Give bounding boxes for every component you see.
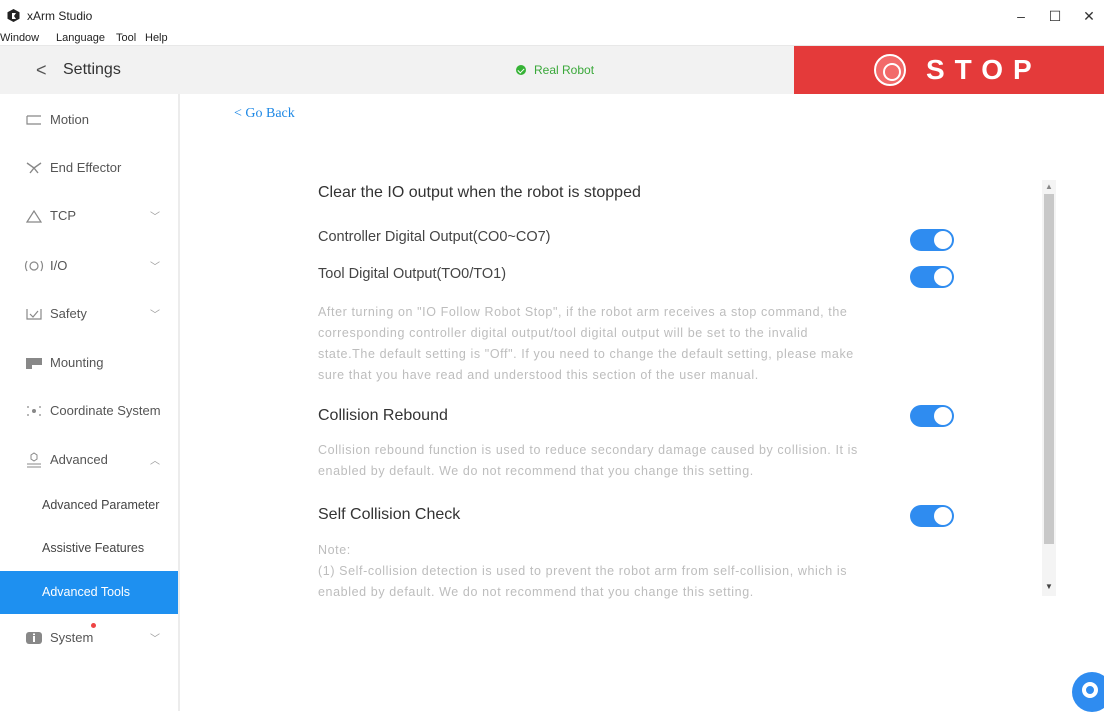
io-icon bbox=[24, 260, 44, 272]
go-back-link[interactable]: < Go Back bbox=[234, 106, 295, 122]
io-description-line: state.The default setting is "Off". If y… bbox=[318, 347, 854, 361]
chevron-down-icon: ﹀ bbox=[150, 310, 160, 321]
io-description: After turning on "IO Follow Robot Stop",… bbox=[318, 302, 958, 386]
sidebar-item-label: Coordinate System bbox=[50, 403, 161, 418]
gear-icon[interactable] bbox=[1072, 672, 1104, 712]
close-button[interactable]: ✕ bbox=[1074, 6, 1104, 26]
scrollbar-thumb[interactable] bbox=[1044, 194, 1054, 544]
sidebar-subitem-advanced-parameter[interactable]: Advanced Parameter bbox=[0, 486, 178, 526]
sidebar-item-label: TCP bbox=[50, 208, 76, 223]
sidebar-item-safety[interactable]: Safety ﹀ bbox=[0, 294, 178, 334]
robot-status: Real Robot bbox=[516, 63, 594, 77]
menu-language[interactable]: Language bbox=[56, 32, 105, 44]
io-description-line: sure that you have read and understood t… bbox=[318, 368, 759, 382]
menu-tool[interactable]: Tool bbox=[116, 32, 136, 44]
toggle-knob bbox=[934, 407, 952, 425]
gear-inner bbox=[1082, 682, 1098, 698]
title-bar: xArm Studio – ☐ ✕ bbox=[0, 0, 1104, 32]
sidebar-subitem-label: Advanced Tools bbox=[42, 585, 131, 599]
motion-icon bbox=[26, 115, 41, 125]
controller-output-toggle[interactable] bbox=[910, 229, 954, 251]
back-chevron-icon[interactable]: < bbox=[36, 60, 47, 81]
scroll-up-icon[interactable]: ▲ bbox=[1042, 182, 1056, 192]
self-collision-toggle[interactable] bbox=[910, 505, 954, 527]
sidebar-item-end-effector[interactable]: End Effector bbox=[0, 148, 178, 188]
sidebar-item-coordinate-system[interactable]: Coordinate System bbox=[0, 391, 178, 431]
sidebar-item-system[interactable]: System ﹀ bbox=[0, 618, 178, 658]
sidebar-item-advanced[interactable]: Advanced ︿ bbox=[0, 440, 178, 480]
sidebar-item-label: End Effector bbox=[50, 160, 122, 175]
sidebar-item-motion[interactable]: Motion bbox=[0, 100, 178, 140]
sidebar-item-label: System bbox=[50, 630, 94, 645]
mounting-icon bbox=[26, 358, 42, 369]
sidebar-item-mounting[interactable]: Mounting bbox=[0, 343, 178, 383]
safety-icon bbox=[26, 309, 42, 320]
sidebar-subitem-label: Assistive Features bbox=[42, 541, 145, 555]
chevron-down-icon: ﹀ bbox=[150, 634, 160, 645]
vertical-scrollbar[interactable]: ▲ ▼ bbox=[1042, 180, 1056, 596]
stop-button-label: STOP bbox=[926, 54, 1042, 85]
io-description-line: corresponding controller digital output/… bbox=[318, 326, 809, 340]
toggle-knob bbox=[934, 507, 952, 525]
robot-status-label: Real Robot bbox=[534, 63, 595, 77]
io-description-line: After turning on "IO Follow Robot Stop",… bbox=[318, 305, 848, 319]
page-title: Settings bbox=[63, 61, 121, 78]
collision-rebound-label: Collision Rebound bbox=[318, 407, 448, 424]
self-collision-note: Note: (1) Self-collision detection is us… bbox=[318, 540, 958, 603]
collision-rebound-toggle[interactable] bbox=[910, 405, 954, 427]
self-collision-label: Self Collision Check bbox=[318, 506, 461, 523]
chevron-down-icon: ﹀ bbox=[150, 212, 160, 223]
chevron-down-icon: ﹀ bbox=[150, 262, 160, 273]
info-icon bbox=[26, 632, 42, 644]
self-collision-note-line: Note: bbox=[318, 543, 351, 557]
scroll-down-icon[interactable]: ▼ bbox=[1042, 582, 1056, 592]
collision-description: Collision rebound function is used to re… bbox=[318, 440, 958, 482]
toggle-knob bbox=[934, 268, 952, 286]
sidebar-subitem-assistive-features[interactable]: Assistive Features bbox=[0, 529, 178, 569]
status-ok-icon bbox=[516, 65, 526, 75]
sidebar-subitem-advanced-tools[interactable]: Advanced Tools bbox=[0, 571, 178, 614]
coordinate-icon bbox=[27, 406, 41, 416]
menu-window[interactable]: Window bbox=[0, 32, 39, 44]
sidebar-item-tcp[interactable]: TCP ﹀ bbox=[0, 196, 178, 236]
end-effector-icon bbox=[26, 162, 42, 174]
sidebar-item-label: I/O bbox=[50, 258, 68, 273]
collision-description-line: enabled by default. We do not recommend … bbox=[318, 464, 754, 478]
menu-bar: Window Language Tool Help bbox=[0, 32, 1104, 46]
tool-output-label: Tool Digital Output(TO0/TO1) bbox=[318, 266, 507, 282]
sidebar-item-label: Mounting bbox=[50, 355, 104, 370]
tcp-icon bbox=[25, 209, 43, 223]
sidebar-item-label: Motion bbox=[50, 112, 90, 127]
sidebar-subitem-label: Advanced Parameter bbox=[42, 498, 160, 512]
sidebar-item-label: Safety bbox=[50, 306, 87, 321]
sidebar: Motion End Effector TCP ﹀ I/O ﹀ Safety ﹀… bbox=[0, 94, 180, 711]
stop-button[interactable]: STOP bbox=[794, 46, 1104, 94]
self-collision-note-line: (1) Self-collision detection is used to … bbox=[318, 564, 848, 578]
self-collision-note-line: enabled by default. We do not recommend … bbox=[318, 585, 754, 599]
sidebar-item-label: Advanced bbox=[50, 452, 108, 467]
io-section-title: Clear the IO output when the robot is st… bbox=[318, 184, 641, 201]
collision-description-line: Collision rebound function is used to re… bbox=[318, 443, 858, 457]
app-title: xArm Studio bbox=[27, 9, 93, 23]
advanced-icon bbox=[27, 452, 41, 468]
maximize-button[interactable]: ☐ bbox=[1040, 6, 1070, 26]
chevron-up-icon: ︿ bbox=[150, 456, 160, 467]
toggle-knob bbox=[934, 231, 952, 249]
sidebar-item-io[interactable]: I/O ﹀ bbox=[0, 246, 178, 286]
controller-output-label: Controller Digital Output(CO0~CO7) bbox=[318, 229, 551, 245]
minimize-button[interactable]: – bbox=[1006, 6, 1036, 26]
menu-help[interactable]: Help bbox=[145, 32, 168, 44]
tool-output-toggle[interactable] bbox=[910, 266, 954, 288]
notification-dot bbox=[91, 623, 96, 628]
stop-icon bbox=[874, 54, 906, 86]
xarm-logo-icon bbox=[7, 9, 20, 22]
